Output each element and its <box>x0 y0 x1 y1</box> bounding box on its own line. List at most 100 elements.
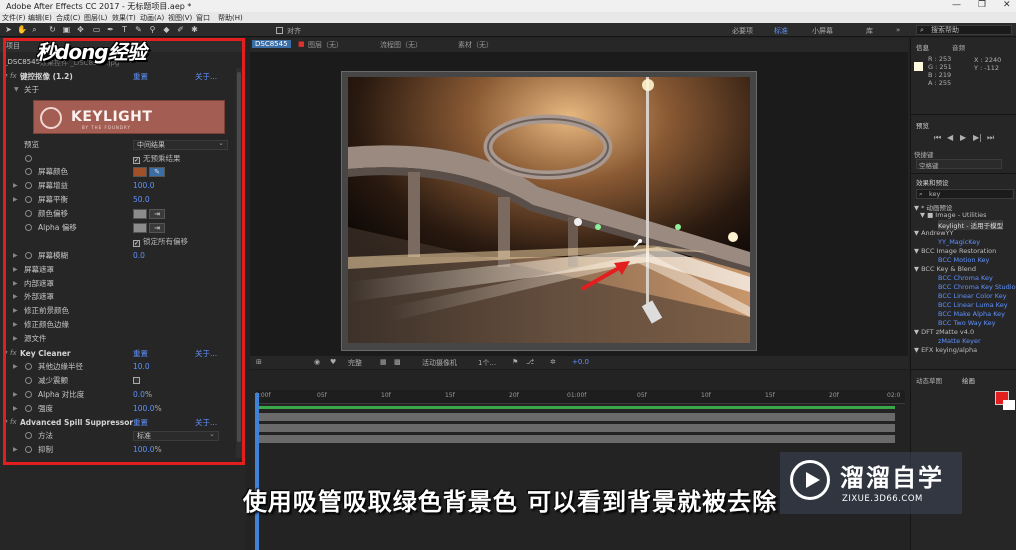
flowchart-icon[interactable]: ⎇ <box>526 358 534 366</box>
key-cleaner-about-link[interactable]: 关于... <box>195 347 217 360</box>
clone-stamp-tool-icon[interactable]: ⚲ <box>148 25 157 34</box>
motion-sketch-tab[interactable]: 动态草图 <box>916 375 942 385</box>
exposure-icon[interactable]: ✲ <box>550 358 556 366</box>
strength-value[interactable]: 100.0% <box>133 402 162 415</box>
expand-triangle-icon[interactable]: ▶ <box>13 332 18 345</box>
group-source-crops[interactable]: ▶ 源文件 <box>0 332 236 345</box>
background-colour-swatch[interactable] <box>1003 400 1015 410</box>
effect-preset-item[interactable]: BCC Linear Luma Key <box>938 301 1008 309</box>
menu-composition[interactable]: 合成(C) <box>56 13 80 23</box>
effect-preset-item[interactable]: BCC Make Alpha Key <box>938 310 1005 318</box>
maximize-button[interactable]: ❐ <box>978 0 986 10</box>
spill-reset-link[interactable]: 重置 <box>133 416 148 429</box>
work-area-bar[interactable] <box>259 406 895 409</box>
screen-colour-swatch[interactable] <box>133 167 147 177</box>
camera-tool-icon[interactable]: ▣ <box>62 25 71 34</box>
play-icon[interactable]: ▶ <box>960 133 966 142</box>
effect-controls-scrollbar[interactable] <box>236 68 242 458</box>
stopwatch-icon[interactable] <box>25 155 32 162</box>
shortcut-select[interactable]: 空格键 <box>916 159 1002 170</box>
expand-triangle-icon[interactable]: ▶ <box>13 193 18 206</box>
expand-triangle-icon[interactable]: ▶ <box>13 263 18 276</box>
effect-preset-item[interactable]: YY_MagicKey <box>938 238 980 246</box>
menu-animation[interactable]: 动画(A) <box>140 13 164 23</box>
stopwatch-icon[interactable] <box>25 391 32 398</box>
layer-track[interactable] <box>259 424 895 432</box>
camera-select[interactable]: 活动摄像机 <box>422 358 457 368</box>
expand-triangle-icon[interactable]: ▼ <box>3 70 8 83</box>
menu-file[interactable]: 文件(F) <box>2 13 26 23</box>
effect-preset-item[interactable]: BCC Two Way Key <box>938 319 995 327</box>
alpha-contrast-value[interactable]: 0.0% <box>133 388 152 401</box>
tab-layer[interactable]: 图层（无） <box>308 40 343 50</box>
menu-window[interactable]: 窗口 <box>196 13 210 23</box>
stopwatch-icon[interactable] <box>25 224 32 231</box>
scrollbar-thumb[interactable] <box>237 72 241 442</box>
audio-tab[interactable]: 音频 <box>952 42 965 52</box>
tab-flowchart[interactable]: 流程图（无） <box>380 40 422 50</box>
expand-triangle-icon[interactable]: ▼ <box>14 83 19 96</box>
screen-gain-value[interactable]: 100.0 <box>133 179 154 192</box>
preview-select[interactable]: 中间结果 <box>133 139 228 150</box>
expand-triangle-icon[interactable]: ▼ <box>3 416 8 429</box>
method-select[interactable]: 标准 <box>133 430 219 441</box>
key-cleaner-header[interactable]: ▼ fx Key Cleaner 重置 关于... <box>0 347 236 360</box>
expand-triangle-icon[interactable]: ▶ <box>13 249 18 262</box>
effect-preset-item[interactable]: BCC Motion Key <box>938 256 989 264</box>
effect-preset-item[interactable]: zMatte Keyer <box>938 337 981 345</box>
tab-footage[interactable]: 素材（无） <box>458 40 493 50</box>
composition-image[interactable] <box>348 77 750 343</box>
screen-pre-blur-value[interactable]: 0.0 <box>133 249 145 262</box>
keylight-effect-header[interactable]: ▼ fx 键控抠像 (1.2) 重置 关于... <box>0 70 236 83</box>
views-select[interactable]: 1个... <box>478 358 496 368</box>
prev-frame-icon[interactable]: ◀ <box>947 133 953 142</box>
region-icon[interactable]: ▦ <box>380 358 387 366</box>
pan-behind-tool-icon[interactable]: ✥ <box>76 25 85 34</box>
next-frame-icon[interactable]: ▶| <box>973 133 982 142</box>
stopwatch-icon[interactable] <box>25 182 32 189</box>
resolution-select[interactable]: 完整 <box>348 358 362 368</box>
spill-suppressor-header[interactable]: ▼ fx Advanced Spill Suppressor 重置 关于... <box>0 416 236 429</box>
effect-category[interactable]: ▼ BCC Key & Blend <box>914 265 976 273</box>
roto-brush-tool-icon[interactable]: ✐ <box>176 25 185 34</box>
despill-bias-swatch[interactable] <box>133 209 147 219</box>
workspace-essentials[interactable]: 必要项 <box>732 26 753 36</box>
puppet-tool-icon[interactable]: ✱ <box>190 25 199 34</box>
grid-icon[interactable]: ⊞ <box>256 358 262 366</box>
about-row[interactable]: ▼ 关于 <box>0 83 236 96</box>
spill-about-link[interactable]: 关于... <box>195 416 217 429</box>
preview-tab[interactable]: 预览 <box>916 120 929 130</box>
workspace-standard[interactable]: 标准 <box>774 26 788 36</box>
pen-tool-icon[interactable]: ✒ <box>106 25 115 34</box>
stopwatch-icon[interactable] <box>25 432 32 439</box>
info-tab[interactable]: 信息 <box>916 42 929 52</box>
rectangle-tool-icon[interactable]: ▭ <box>92 25 101 34</box>
brush-tool-icon[interactable]: ✎ <box>134 25 143 34</box>
rotate-tool-icon[interactable]: ↻ <box>48 25 57 34</box>
stopwatch-icon[interactable] <box>25 196 32 203</box>
eyedropper-icon[interactable]: ⇥ <box>149 209 165 219</box>
group-edge-correction[interactable]: ▶ 修正颜色边缘 <box>0 318 236 331</box>
stopwatch-icon[interactable] <box>25 210 32 217</box>
help-search-input[interactable]: ⌕ 搜索帮助 <box>916 25 1012 35</box>
zoom-tool-icon[interactable]: ⌕ <box>30 25 39 34</box>
group-inside-mask[interactable]: ▶ 内部遮罩 <box>0 277 236 290</box>
workspace-small-screen[interactable]: 小屏幕 <box>812 26 833 36</box>
expand-triangle-icon[interactable]: ▶ <box>13 318 18 331</box>
menu-effect[interactable]: 效果(T) <box>112 13 136 23</box>
workspace-libraries[interactable]: 库 <box>866 26 873 36</box>
first-frame-icon[interactable]: ⏮ <box>934 133 941 143</box>
additional-edge-radius-value[interactable]: 10.0 <box>133 360 150 373</box>
menu-edit[interactable]: 编辑(E) <box>28 13 52 23</box>
unpremultiply-checkbox[interactable]: ✓ 无预乘结果 <box>133 152 181 165</box>
timeline-ruler[interactable]: 0:00f 05f 10f 15f 20f 01:00f 05f 10f 15f… <box>255 390 905 404</box>
layer-track[interactable] <box>259 413 895 421</box>
expand-triangle-icon[interactable]: ▶ <box>13 360 18 373</box>
key-cleaner-reset-link[interactable]: 重置 <box>133 347 148 360</box>
expand-triangle-icon[interactable]: ▶ <box>13 402 18 415</box>
selection-tool-icon[interactable]: ➤ <box>4 25 13 34</box>
last-frame-icon[interactable]: ⏭ <box>987 133 994 143</box>
expand-triangle-icon[interactable]: ▶ <box>13 179 18 192</box>
group-foreground-correction[interactable]: ▶ 修正前景颜色 <box>0 304 236 317</box>
keylight-reset-link[interactable]: 重置 <box>133 70 148 83</box>
